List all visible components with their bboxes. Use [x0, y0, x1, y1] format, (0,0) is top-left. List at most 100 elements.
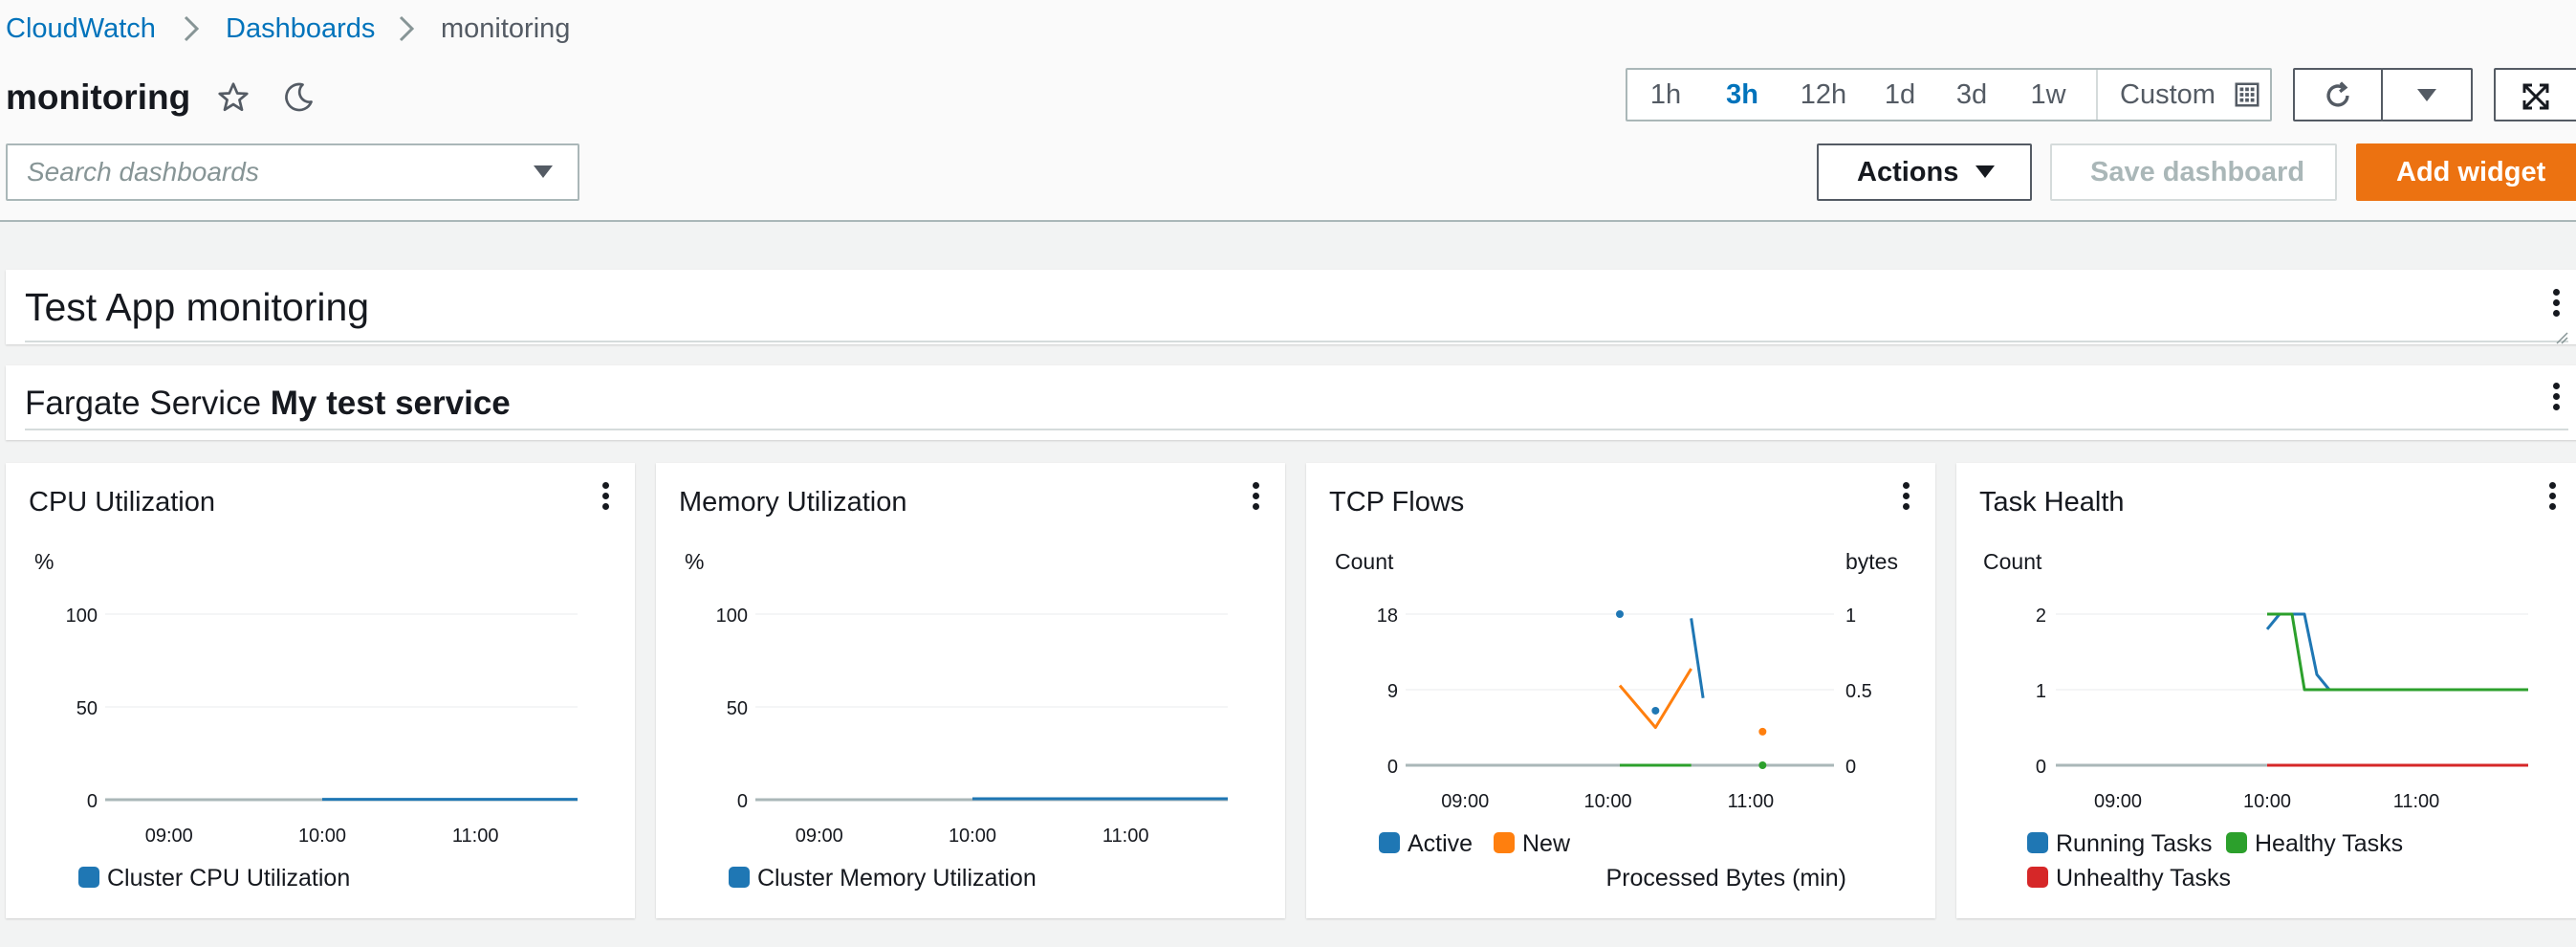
range-1d[interactable]: 1d — [1867, 70, 1933, 120]
x-tick-label: 11:00 — [2393, 791, 2440, 812]
breadcrumb-cloudwatch[interactable]: CloudWatch — [6, 10, 156, 48]
legend-item[interactable]: Running Tasks — [2027, 830, 2213, 858]
fullscreen-button[interactable] — [2494, 68, 2576, 121]
range-divider — [2096, 70, 2098, 120]
x-tick-label: 09:00 — [2094, 791, 2142, 812]
caret-down-icon — [1976, 165, 1995, 178]
add-widget-button[interactable]: Add widget — [2356, 143, 2576, 201]
service-name: My test service — [270, 385, 511, 422]
legend-item[interactable]: Unhealthy Tasks — [2027, 865, 2231, 892]
data-point — [1758, 727, 1767, 736]
legend-label: Cluster CPU Utilization — [107, 865, 351, 892]
caret-down-icon — [2417, 89, 2436, 101]
chevron-right-icon — [184, 15, 200, 42]
legend-swatch — [2027, 832, 2048, 854]
widget-menu-icon[interactable] — [2553, 289, 2561, 320]
legend-label: Active — [1408, 830, 1474, 857]
x-tick-label: 09:00 — [796, 826, 843, 847]
page-title: monitoring — [6, 77, 191, 117]
y-tick-label: 18 — [1377, 606, 1398, 627]
x-tick-label: 11:00 — [452, 826, 499, 847]
range-1w[interactable]: 1w — [2010, 70, 2086, 120]
range-1h[interactable]: 1h — [1627, 70, 1704, 120]
range-custom[interactable]: Custom — [2106, 70, 2230, 120]
y-right-tick-label: 0.5 — [1845, 681, 1872, 702]
legend-swatch — [729, 867, 750, 889]
range-3d[interactable]: 3d — [1933, 70, 2010, 120]
widget-task-health: Task Health Count 2 1 0 09:00 10:00 11:00 Run… — [1956, 463, 2576, 918]
y-tick-label: 50 — [76, 698, 98, 719]
time-range-selector: 1h 3h 12h 1d 3d 1w Custom — [1626, 68, 2272, 121]
text-widget-heading: Test App monitoring — [25, 285, 370, 329]
star-icon[interactable] — [214, 78, 252, 117]
y-tick-label: 9 — [1387, 681, 1398, 702]
data-point — [1616, 610, 1624, 618]
legend-label: Unhealthy Tasks — [2056, 865, 2231, 892]
y-tick-label: 2 — [2036, 606, 2046, 627]
legend-item[interactable]: Active — [1379, 830, 1473, 858]
legend-swatch — [1494, 832, 1515, 854]
legend-label: Healthy Tasks — [2255, 830, 2404, 857]
divider — [25, 429, 2568, 430]
y-tick-label: 0 — [1387, 757, 1398, 778]
legend-label: New — [1522, 830, 1571, 857]
save-label: Save dashboard — [2090, 157, 2305, 187]
cpu-utilization-chart: 100 50 0 09:00 10:00 11:00 — [66, 606, 578, 847]
breadcrumb-dashboards[interactable]: Dashboards — [226, 10, 375, 48]
resize-handle-icon[interactable] — [2555, 331, 2568, 344]
legend-label: Processed Bytes (min) — [1605, 865, 1846, 892]
dashboard-header: CloudWatch Dashboards monitoring monitor… — [0, 0, 2576, 222]
memory-utilization-chart: 100 50 0 09:00 10:00 11:00 — [716, 606, 1228, 847]
refresh-interval-dropdown[interactable] — [2381, 68, 2473, 121]
legend-item[interactable]: Cluster Memory Utilization — [729, 865, 1037, 892]
legend-swatch — [78, 867, 99, 889]
search-dashboards-input[interactable]: Search dashboards — [6, 143, 579, 201]
y-tick-label: 100 — [716, 606, 748, 627]
text-widget-service: Fargate Service My test service — [6, 365, 2576, 440]
legend-item-overflow[interactable]: Processed Bytes (min) — [1603, 865, 1846, 892]
save-dashboard-button[interactable]: Save dashboard — [2050, 143, 2337, 201]
widget-cpu-utilization: CPU Utilization % 100 50 0 09:00 10:00 11:00 … — [6, 463, 635, 918]
legend-swatch — [2226, 832, 2247, 854]
x-tick-label: 10:00 — [949, 826, 996, 847]
x-tick-label: 10:00 — [1584, 791, 1632, 812]
legend-label: Cluster Memory Utilization — [757, 865, 1037, 892]
moon-icon[interactable] — [279, 78, 317, 117]
caret-down-icon — [534, 165, 553, 178]
y-tick-label: 0 — [87, 791, 98, 812]
legend-item[interactable]: New — [1494, 830, 1570, 858]
y-tick-label: 100 — [66, 606, 98, 627]
actions-button[interactable]: Actions — [1817, 143, 2032, 201]
refresh-button[interactable] — [2293, 68, 2383, 121]
divider — [25, 341, 2568, 342]
legend-item[interactable]: Healthy Tasks — [2226, 830, 2403, 858]
legend-label: Running Tasks — [2056, 830, 2213, 857]
service-prefix: Fargate Service — [25, 385, 271, 422]
x-tick-label: 11:00 — [1728, 791, 1775, 812]
y-tick-label: 50 — [727, 698, 748, 719]
legend-swatch — [1379, 832, 1400, 854]
chevron-right-icon — [399, 15, 415, 42]
x-tick-label: 10:00 — [298, 826, 346, 847]
widget-menu-icon[interactable] — [2553, 383, 2561, 414]
x-tick-label: 09:00 — [1441, 791, 1489, 812]
range-3h[interactable]: 3h — [1704, 70, 1780, 120]
y-tick-label: 1 — [2036, 681, 2046, 702]
range-12h[interactable]: 12h — [1780, 70, 1867, 120]
data-point — [1651, 706, 1660, 715]
text-widget-app-title: Test App monitoring — [6, 270, 2576, 344]
legend-item[interactable]: Cluster CPU Utilization — [78, 865, 350, 892]
series-line — [1618, 668, 1692, 729]
breadcrumb-current: monitoring — [441, 13, 571, 44]
series-line — [1690, 618, 1705, 698]
y-tick-label: 0 — [737, 791, 748, 812]
y-tick-label: 0 — [2036, 757, 2046, 778]
expand-icon — [2522, 83, 2549, 110]
x-tick-label: 10:00 — [2243, 791, 2291, 812]
actions-label: Actions — [1857, 157, 1959, 187]
calendar-icon[interactable] — [2228, 76, 2266, 114]
y-right-tick-label: 0 — [1845, 757, 1856, 778]
text-widget-heading: Fargate Service My test service — [25, 385, 511, 423]
widget-memory-utilization: Memory Utilization % 100 50 0 09:00 10:00 11:… — [656, 463, 1285, 918]
widget-tcp-flows: TCP Flows Count bytes 18 9 0 1 0.5 0 09:00 10:0… — [1306, 463, 1935, 918]
